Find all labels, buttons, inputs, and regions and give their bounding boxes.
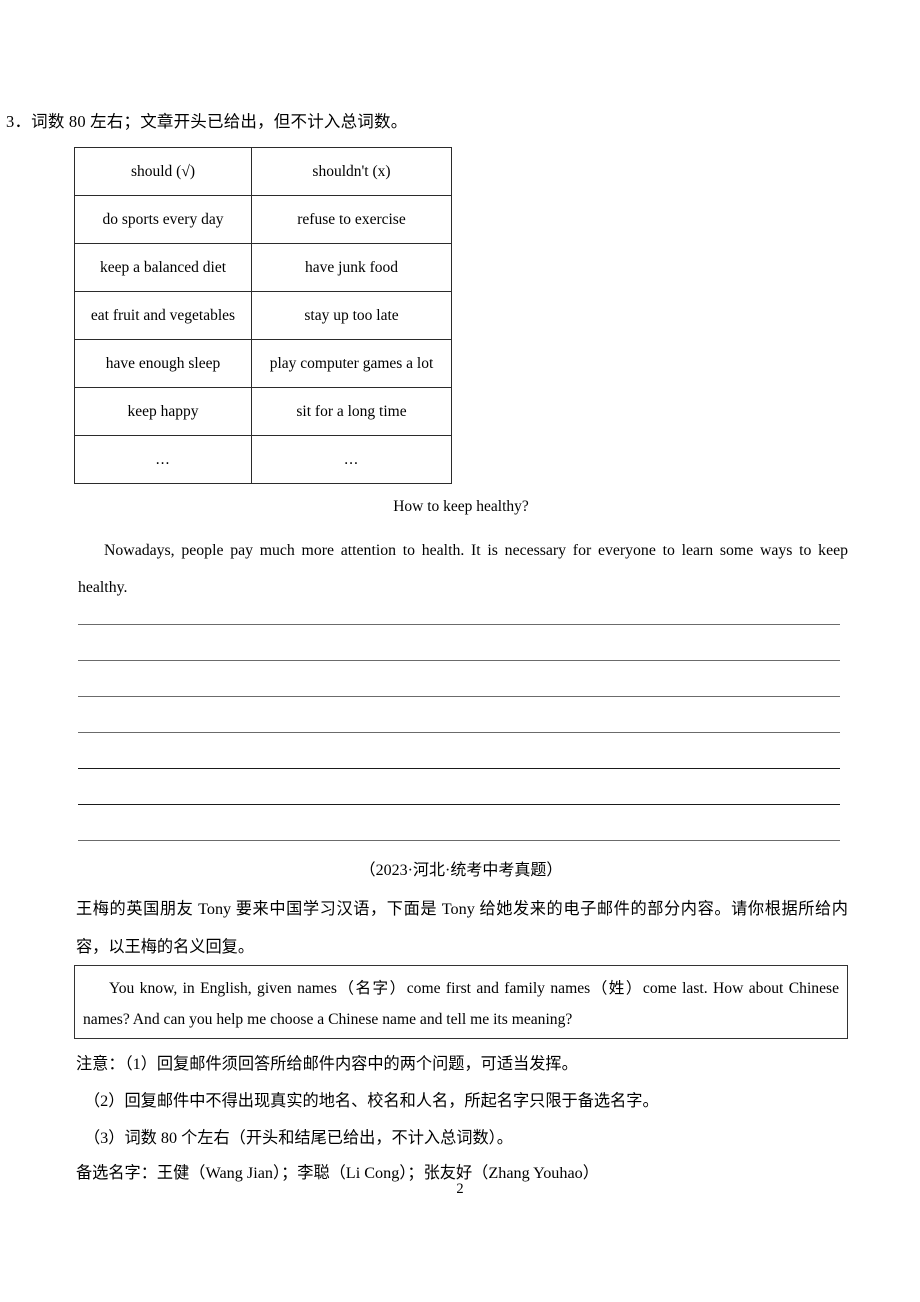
table-row: ... ... <box>74 435 452 484</box>
table-cell-should: ... <box>74 435 252 484</box>
essay-title: How to keep healthy? <box>393 498 529 515</box>
note-item-1: 注意：（1）回复邮件须回答所给邮件内容中的两个问题，可适当发挥。 <box>76 1055 578 1073</box>
page-number: 2 <box>456 1181 464 1197</box>
table-cell-shouldnt: stay up too late <box>251 291 452 340</box>
table-cell-shouldnt: have junk food <box>251 243 452 292</box>
answer-rule-line[interactable] <box>78 840 840 841</box>
answer-rule-line[interactable] <box>78 696 840 697</box>
table-header-shouldnt: shouldn't (x) <box>251 147 452 196</box>
table-row: have enough sleep play computer games a … <box>74 339 452 388</box>
table-row: keep a balanced diet have junk food <box>74 243 452 292</box>
table-row: eat fruit and vegetables stay up too lat… <box>74 291 452 340</box>
answer-rule-line[interactable] <box>78 624 840 625</box>
note-item-2: （2）回复邮件中不得出现真实的地名、校名和人名，所起名字只限于备选名字。 <box>84 1092 659 1110</box>
table-cell-shouldnt: sit for a long time <box>251 387 452 436</box>
table-header-should: should (√) <box>74 147 252 196</box>
note-item-3: （3）词数 80 个左右（开头和结尾已给出，不计入总词数）。 <box>84 1129 513 1147</box>
requirement-line: 3．词数 80 左右；文章开头已给出，但不计入总词数。 <box>6 112 408 131</box>
table-cell-should: keep a balanced diet <box>74 243 252 292</box>
essay-opening-paragraph: Nowadays, people pay much more attention… <box>78 542 848 596</box>
table-cell-should: eat fruit and vegetables <box>74 291 252 340</box>
email-excerpt-text: You know, in English, given names（名字）com… <box>83 980 839 1028</box>
table-row: do sports every day refuse to exercise <box>74 195 452 244</box>
answer-rule-line[interactable] <box>78 660 840 661</box>
document-page: 3．词数 80 左右；文章开头已给出，但不计入总词数。 should (√) s… <box>0 0 920 1302</box>
question-prompt-paragraph: 王梅的英国朋友 Tony 要来中国学习汉语，下面是 Tony 给她发来的电子邮件… <box>76 900 848 956</box>
source-citation: （2023·河北·统考中考真题） <box>359 862 563 879</box>
should-shouldnt-table: should (√) shouldn't (x) do sports every… <box>74 147 452 484</box>
table-cell-shouldnt: ... <box>251 435 452 484</box>
table-header-row: should (√) shouldn't (x) <box>74 147 452 196</box>
email-excerpt-box: You know, in English, given names（名字）com… <box>74 965 848 1039</box>
table-row: keep happy sit for a long time <box>74 387 452 436</box>
table-cell-should: have enough sleep <box>74 339 252 388</box>
answer-rule-line[interactable] <box>78 804 840 805</box>
table-cell-shouldnt: play computer games a lot <box>251 339 452 388</box>
table-cell-shouldnt: refuse to exercise <box>251 195 452 244</box>
table-cell-should: do sports every day <box>74 195 252 244</box>
answer-rule-line[interactable] <box>78 768 840 769</box>
table-cell-should: keep happy <box>74 387 252 436</box>
answer-rule-line[interactable] <box>78 732 840 733</box>
